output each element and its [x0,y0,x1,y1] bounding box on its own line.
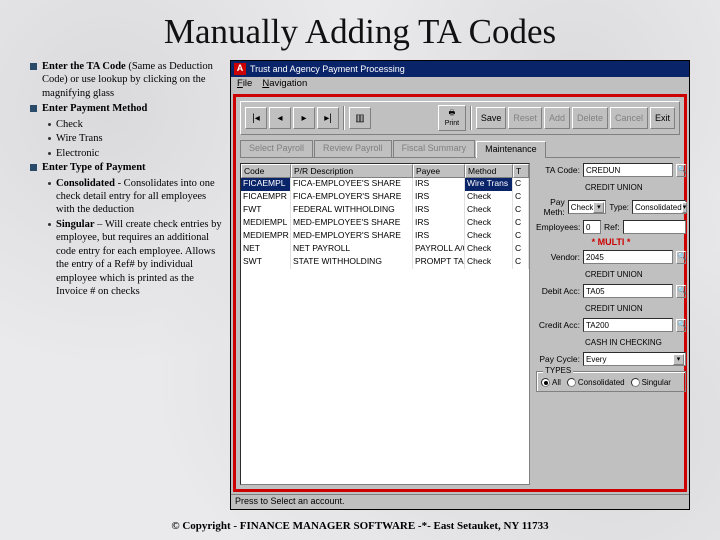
table-row[interactable]: MEDIEMPLMED-EMPLOYEE'S SHAREIRSCheckC [241,217,529,230]
app-window: A Trust and Agency Payment Processing Fi… [230,60,690,510]
tab-review-payroll[interactable]: Review Payroll [314,140,392,157]
radio-all[interactable]: All [541,378,561,387]
col-desc: P/R Description [291,164,413,178]
col-method: Method [465,164,513,178]
table-row[interactable]: FICAEMPRFICA-EMPLOYER'S SHAREIRSCheckC [241,191,529,204]
ta-code-desc: CREDIT UNION [583,180,686,194]
debit-desc: CREDIT UNION [583,301,686,315]
pay-method-select[interactable]: Check▾ [568,200,607,214]
ref-input[interactable] [623,220,686,234]
debit-input[interactable]: TA05 [583,284,673,298]
codes-table[interactable]: Code P/R Description Payee Method T FICA… [240,163,530,485]
credit-lookup[interactable]: 🔍 [676,319,686,332]
delete-button[interactable]: Delete [572,107,608,129]
tab-select-payroll[interactable]: Select Payroll [240,140,313,157]
types-group: TYPES All Consolidated Singular [536,371,686,392]
detail-form: TA Code:CREDUN🔍 CREDIT UNION Pay Meth:Ch… [536,163,686,485]
tab-row: Select Payroll Review Payroll Fiscal Sum… [240,140,680,158]
status-bar: Press to Select an account. [231,494,689,509]
app-icon: A [234,63,246,75]
menu-file[interactable]: File [237,78,252,91]
title-bar: A Trust and Agency Payment Processing [231,61,689,77]
toolbar: |◂ ◂ ▸ ▸| ▥ 🖶Print Save Reset Add Delete [240,101,680,135]
employees-input[interactable]: 0 [583,220,601,234]
nav-next[interactable]: ▸ [293,107,315,129]
vendor-desc: CREDIT UNION [583,267,686,281]
table-row[interactable]: SWTSTATE WITHHOLDINGPROMPT TAXCheckC [241,256,529,269]
copyright: © Copyright - FINANCE MANAGER SOFTWARE -… [30,520,690,532]
menu-bar: File Navigation [231,77,689,92]
ta-code-lookup[interactable]: 🔍 [676,164,686,177]
vendor-input[interactable]: 2045 [583,250,673,264]
cancel-button[interactable]: Cancel [610,107,648,129]
table-row[interactable]: FICAEMPLFICA-EMPLOYEE'S SHAREIRSWire Tra… [241,178,529,191]
ta-code-input[interactable]: CREDUN [583,163,673,177]
credit-input[interactable]: TA200 [583,318,673,332]
nav-first[interactable]: |◂ [245,107,267,129]
menu-navigation[interactable]: Navigation [262,78,307,91]
bullet-list: Enter the TA Code (Same as Deduction Cod… [30,60,222,518]
exit-button[interactable]: Exit [650,107,675,129]
table-row[interactable]: FWTFEDERAL WITHHOLDINGIRSCheckC [241,204,529,217]
slide-title: Manually Adding TA Codes [30,12,690,52]
col-t: T [513,164,529,178]
table-row[interactable]: MEDIEMPRMED-EMPLOYER'S SHAREIRSCheckC [241,230,529,243]
tab-maintenance[interactable]: Maintenance [476,141,546,158]
credit-desc: CASH IN CHECKING [583,335,686,349]
multi-indicator: * MULTI * [536,237,686,247]
tool-book[interactable]: ▥ [349,107,371,129]
nav-last[interactable]: ▸| [317,107,339,129]
window-title: Trust and Agency Payment Processing [250,64,405,74]
col-payee: Payee [413,164,465,178]
pay-cycle-select[interactable]: Every▾ [583,352,686,366]
print-button[interactable]: 🖶Print [438,105,466,131]
vendor-lookup[interactable]: 🔍 [676,251,686,264]
debit-lookup[interactable]: 🔍 [676,285,686,298]
nav-prev[interactable]: ◂ [269,107,291,129]
type-select[interactable]: Consolidated▾ [632,200,686,214]
tab-fiscal-summary[interactable]: Fiscal Summary [393,140,476,157]
radio-consolidated[interactable]: Consolidated [567,378,625,387]
add-button[interactable]: Add [544,107,570,129]
save-button[interactable]: Save [476,107,507,129]
col-code: Code [241,164,291,178]
reset-button[interactable]: Reset [508,107,542,129]
radio-singular[interactable]: Singular [631,378,671,387]
table-row[interactable]: NETNET PAYROLLPAYROLL A/CCheckC [241,243,529,256]
